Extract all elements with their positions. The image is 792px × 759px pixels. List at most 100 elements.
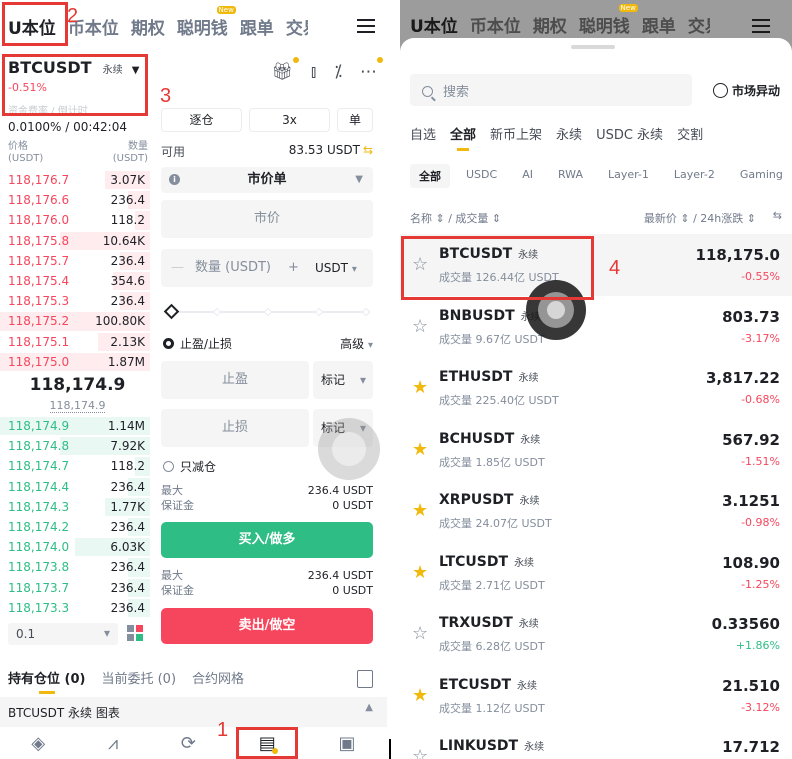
ask-row[interactable]: 118,175.1 2.13K <box>0 332 150 352</box>
star-filled-icon[interactable]: ★ <box>412 500 428 521</box>
floating-assistive-touch[interactable] <box>318 418 380 480</box>
symbol-row[interactable]: ☆ BTCUSDT 永续 成交量 126.44亿 USDT 118,175.0 -0.55… <box>400 234 792 296</box>
symbol-row[interactable]: ★ BCHUSDT 永续 成交量 1.85亿 USDT 567.92 -1.51% <box>400 419 792 481</box>
orderbook-layout-icon[interactable] <box>127 625 143 641</box>
chip-rwa[interactable]: RWA <box>549 164 592 188</box>
bid-row[interactable]: 118,174.8 7.92K <box>0 436 150 456</box>
plus-icon[interactable]: + <box>288 249 299 287</box>
chip-usdc[interactable]: USDC <box>457 164 506 188</box>
nav-tab-options[interactable]: 期权 <box>533 12 567 37</box>
tab-open-orders[interactable]: 当前委托 (0) <box>101 668 176 687</box>
candlestick-icon[interactable]: ⫾ <box>311 62 316 82</box>
position-mode-button[interactable]: 单 <box>337 108 373 132</box>
ask-row[interactable]: 118,176.6 236.4 <box>0 190 150 210</box>
star-outline-icon[interactable]: ☆ <box>412 746 428 759</box>
price-input[interactable]: 市价 <box>161 200 373 238</box>
transfer-icon[interactable]: ⇆ <box>363 143 373 157</box>
quantity-unit-select[interactable]: USDT ▾ <box>315 249 357 289</box>
symbol-selector[interactable]: BTCUSDT 永续 ▼ -0.51% 资金费率 / 倒计时 <box>8 58 139 117</box>
symbol-row[interactable]: ☆ LINKUSDT 永续 17.712 <box>400 726 792 759</box>
ask-row[interactable]: 118,175.2 100.80K <box>0 311 150 331</box>
nav-tab-trade[interactable]: 交易 <box>286 14 308 39</box>
info-icon[interactable]: i <box>169 174 180 185</box>
switch-icon[interactable]: ⇆ <box>773 209 782 222</box>
amount-slider[interactable] <box>163 303 371 320</box>
bid-row[interactable]: 118,174.9 1.14M <box>0 416 150 436</box>
menu-icon[interactable] <box>357 15 375 37</box>
gift-icon[interactable]: 🎁︎ <box>271 57 299 82</box>
tab-usdc-perpetual[interactable]: USDC 永续 <box>596 124 663 143</box>
tab-delivery[interactable]: 交割 <box>677 124 703 143</box>
menu-icon[interactable] <box>752 15 770 37</box>
star-filled-icon[interactable]: ★ <box>412 377 428 398</box>
star-outline-icon[interactable]: ☆ <box>412 316 428 337</box>
home-icon[interactable]: ◈ <box>31 733 45 754</box>
chip-all[interactable]: 全部 <box>410 164 450 188</box>
futures-icon[interactable]: ▤ <box>259 733 278 754</box>
slider-handle[interactable] <box>163 303 180 320</box>
chip-gaming[interactable]: Gaming <box>731 164 792 188</box>
quantity-field[interactable]: — 数量 (USDT) + USDT ▾ <box>161 249 373 287</box>
tab-favorites[interactable]: 自选 <box>410 124 436 143</box>
bid-row[interactable]: 118,173.7 236.4 <box>0 578 150 598</box>
bid-row[interactable]: 118,174.4 236.4 <box>0 477 150 497</box>
tab-futures-grid[interactable]: 合约网格 <box>192 668 244 687</box>
symbol-row[interactable]: ☆BNBUSDT永续成交量 9.67亿 USDT803.73-3.17% <box>400 296 792 358</box>
bid-row[interactable]: 118,174.2 236.4 <box>0 517 150 537</box>
tpsl-toggle[interactable]: 止盈/止损 <box>163 335 232 352</box>
bid-row[interactable]: 118,174.0 6.03K <box>0 537 150 557</box>
star-outline-icon[interactable]: ☆ <box>412 623 428 644</box>
more-icon[interactable]: ⋯ <box>360 57 383 82</box>
depth-step-select[interactable]: 0.1 <box>8 623 118 645</box>
last-price[interactable]: 118,174.9 <box>0 375 155 395</box>
symbol-row[interactable]: ★ ETHUSDT 永续 成交量 225.40亿 USDT 3,817.22 -0.68% <box>400 357 792 419</box>
ask-row[interactable]: 118,176.0 118.2 <box>0 210 150 230</box>
take-profit-input[interactable]: 止盈 <box>161 361 309 399</box>
ask-row[interactable]: 118,176.7 3.07K <box>0 170 150 190</box>
chart-bar[interactable]: BTCUSDT 永续 图表 ▲ <box>0 697 387 727</box>
tab-positions[interactable]: 持有仓位 (0) <box>8 668 85 694</box>
chip-ai[interactable]: AI <box>513 164 542 188</box>
bid-row[interactable]: 118,173.8 236.4 <box>0 557 150 577</box>
advanced-select[interactable]: 高级 ▾ <box>340 335 373 352</box>
symbol-row[interactable]: ☆ TRXUSDT 永续 成交量 6.28亿 USDT 0.33560 +1.86% <box>400 603 792 665</box>
margin-mode-button[interactable]: 逐仓 <box>161 108 242 132</box>
star-filled-icon[interactable]: ★ <box>412 439 428 460</box>
nav-tab-trade[interactable]: 交易 <box>688 12 710 37</box>
ask-row[interactable]: 118,175.7 236.4 <box>0 251 150 271</box>
nav-tab-smart-money[interactable]: 聪明钱 New <box>177 5 236 39</box>
tp-trigger-select[interactable]: 标记 <box>313 361 373 399</box>
leverage-button[interactable]: 3x <box>249 108 330 132</box>
chip-layer2[interactable]: Layer-2 <box>665 164 724 188</box>
tab-new-listings[interactable]: 新币上架 <box>490 124 542 143</box>
nav-tab-copy-trading[interactable]: 跟单 <box>240 14 274 39</box>
history-icon[interactable] <box>357 670 373 688</box>
ask-row[interactable]: 118,175.0 1.87M <box>0 352 150 372</box>
buy-long-button[interactable]: 买入/做多 <box>161 522 373 558</box>
symbol-row[interactable]: ★ XRPUSDT 永续 成交量 24.07亿 USDT 3.1251 -0.98% <box>400 480 792 542</box>
calculator-icon[interactable]: ⁒ <box>334 62 342 82</box>
minus-icon[interactable]: — <box>171 249 184 287</box>
nav-tab-copy-trading[interactable]: 跟单 <box>642 12 676 37</box>
trade-icon[interactable]: ⟳ <box>181 733 196 754</box>
star-filled-icon[interactable]: ★ <box>412 562 428 583</box>
bid-row[interactable]: 118,174.7 118.2 <box>0 456 150 476</box>
sort-name-volume[interactable]: 名称 ⇕ / 成交量 ⇕ <box>410 212 501 225</box>
order-type-select[interactable]: i 市价单 ▼ <box>161 167 373 193</box>
nav-tab-usdm[interactable]: U本位 <box>410 12 458 37</box>
ask-row[interactable]: 118,175.4 354.6 <box>0 271 150 291</box>
nav-tab-coinm[interactable]: 币本位 <box>470 12 521 37</box>
tab-perpetual[interactable]: 永续 <box>556 124 582 143</box>
ask-row[interactable]: 118,175.3 236.4 <box>0 291 150 311</box>
markets-icon[interactable]: ⩘ <box>108 733 118 754</box>
sort-price-change[interactable]: 最新价 ⇕ / 24h涨跌 ⇕ <box>644 210 756 226</box>
sheet-handle[interactable] <box>571 45 615 49</box>
symbol-row[interactable]: ★ LTCUSDT 永续 成交量 2.71亿 USDT 108.90 -1.25% <box>400 542 792 604</box>
symbol-row[interactable]: ★ ETCUSDT 永续 成交量 1.12亿 USDT 21.510 -3.12% <box>400 665 792 727</box>
bid-row[interactable]: 118,173.3 236.4 <box>0 598 150 618</box>
stop-loss-input[interactable]: 止损 <box>161 409 309 447</box>
sell-short-button[interactable]: 卖出/做空 <box>161 608 373 644</box>
bid-row[interactable]: 118,174.3 1.77K <box>0 497 150 517</box>
tab-all[interactable]: 全部 <box>450 124 476 151</box>
market-moves-button[interactable]: 市场异动 <box>712 82 780 99</box>
